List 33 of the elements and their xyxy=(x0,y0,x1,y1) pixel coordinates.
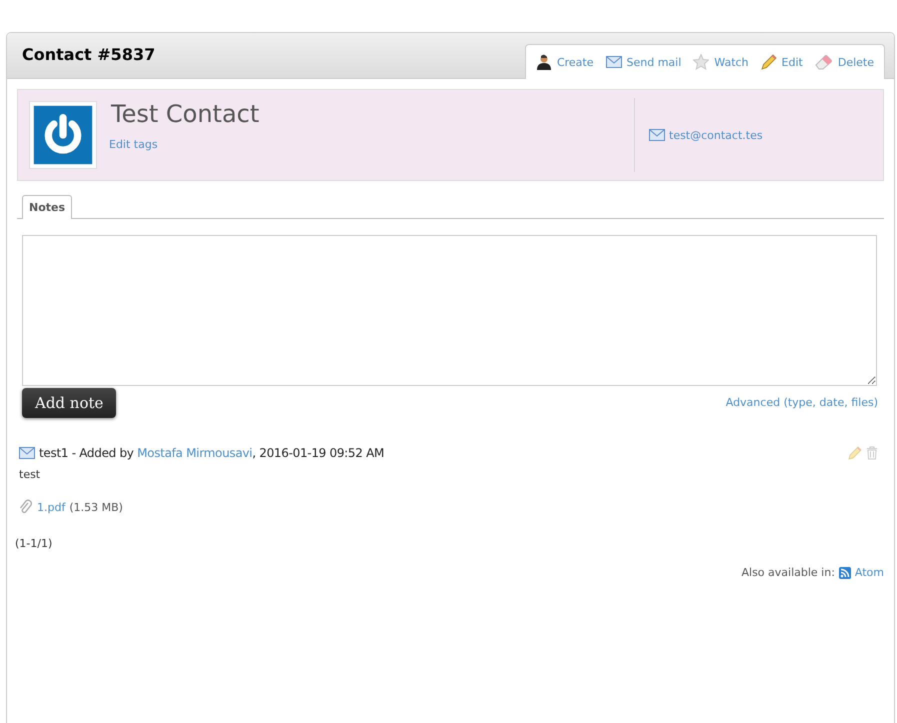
formats-label: Also available in: xyxy=(741,566,835,579)
paperclip-icon xyxy=(19,499,33,515)
mail-icon xyxy=(19,447,35,459)
mail-icon xyxy=(606,56,622,68)
note-header: test1 - Added by Mostafa Mirmousavi, 2016-01-19 09:52 AM xyxy=(39,446,384,460)
feed-icon xyxy=(838,566,851,578)
email-link[interactable]: test@contact.tes xyxy=(669,128,763,142)
action-link[interactable]: Create xyxy=(536,54,594,70)
edit-tags-link[interactable]: Edit tags xyxy=(109,138,634,151)
action-link[interactable]: Send mail xyxy=(606,56,682,68)
action-link[interactable]: Edit xyxy=(760,54,803,70)
add-note-button[interactable]: Add note xyxy=(22,388,116,418)
star-icon xyxy=(693,54,710,70)
pencil-icon[interactable] xyxy=(848,446,862,460)
trash-icon[interactable] xyxy=(866,446,878,460)
mail-icon xyxy=(649,129,665,141)
atom-link[interactable]: Atom xyxy=(854,566,884,579)
action-link[interactable]: Delete xyxy=(814,54,874,70)
tab[interactable]: Notes xyxy=(22,195,72,219)
pagination-info: (1-1/1) xyxy=(15,537,54,550)
author-link[interactable]: Mostafa Mirmousavi xyxy=(137,446,252,460)
avatar-logo xyxy=(29,101,97,169)
attachment-link[interactable]: 1.pdf xyxy=(37,500,66,514)
contact-name: Test Contact xyxy=(110,100,260,128)
note-input[interactable] xyxy=(22,235,877,386)
page-title: Contact #5837 xyxy=(22,45,156,64)
pencil-icon xyxy=(760,54,777,70)
action-link[interactable]: Watch xyxy=(693,54,749,70)
advanced-link[interactable]: Advanced (type, date, files) xyxy=(726,396,878,408)
note-body: test xyxy=(19,468,42,481)
eraser-icon xyxy=(814,54,833,70)
person-icon xyxy=(536,54,552,70)
attachment-size: (1.53 MB) xyxy=(69,500,123,514)
